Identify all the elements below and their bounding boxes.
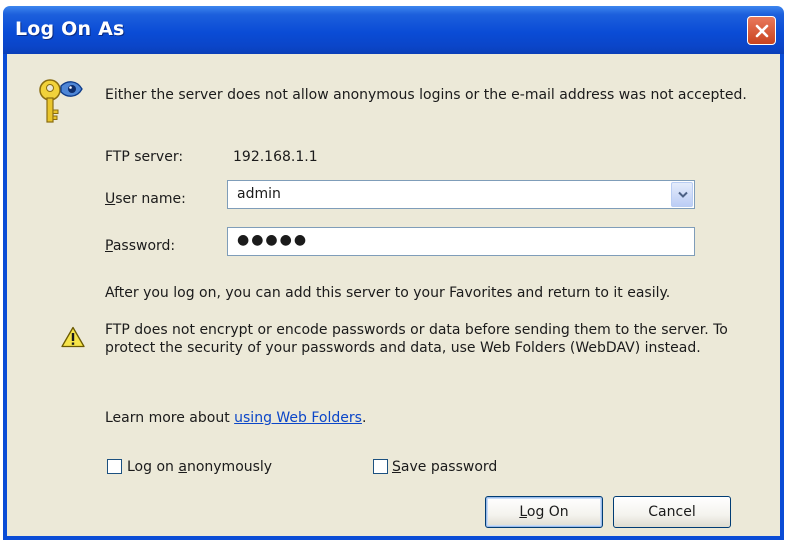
log-on-as-dialog: Log On As Either the server does not all… — [0, 0, 787, 543]
intro-message: Either the server does not allow anonymo… — [105, 87, 747, 103]
chevron-down-icon — [678, 191, 688, 198]
warning-icon — [61, 326, 85, 353]
favorites-info-text: After you log on, you can add this serve… — [105, 285, 671, 301]
window-title: Log On As — [15, 18, 125, 40]
web-folders-link[interactable]: using Web Folders — [234, 410, 362, 426]
save-password-checkbox[interactable] — [373, 459, 388, 474]
save-password-label[interactable]: Save password — [392, 458, 497, 476]
learn-more-text: Learn more about using Web Folders. — [105, 410, 367, 426]
password-field[interactable]: ●●●●● — [227, 227, 695, 256]
cancel-button[interactable]: Cancel — [613, 496, 731, 528]
security-warning-text: FTP does not encrypt or encode passwords… — [105, 322, 728, 356]
anonymous-checkbox[interactable] — [107, 459, 122, 474]
anonymous-checkbox-label[interactable]: Log on anonymously — [127, 458, 272, 476]
title-bar[interactable]: Log On As — [3, 6, 784, 54]
username-value: admin — [237, 186, 281, 202]
dialog-body: Either the server does not allow anonymo… — [3, 54, 784, 540]
log-on-button[interactable]: Log On — [485, 496, 603, 528]
key-icon — [37, 76, 85, 131]
close-button[interactable] — [747, 16, 776, 45]
ftp-server-label: FTP server: — [105, 149, 184, 165]
password-value: ●●●●● — [237, 232, 309, 248]
username-combobox[interactable]: admin — [227, 180, 695, 209]
username-dropdown-button[interactable] — [671, 182, 693, 207]
username-label: User name: — [105, 191, 186, 207]
password-label: Password: — [105, 238, 176, 254]
close-icon — [755, 24, 769, 38]
ftp-server-value: 192.168.1.1 — [233, 149, 318, 165]
